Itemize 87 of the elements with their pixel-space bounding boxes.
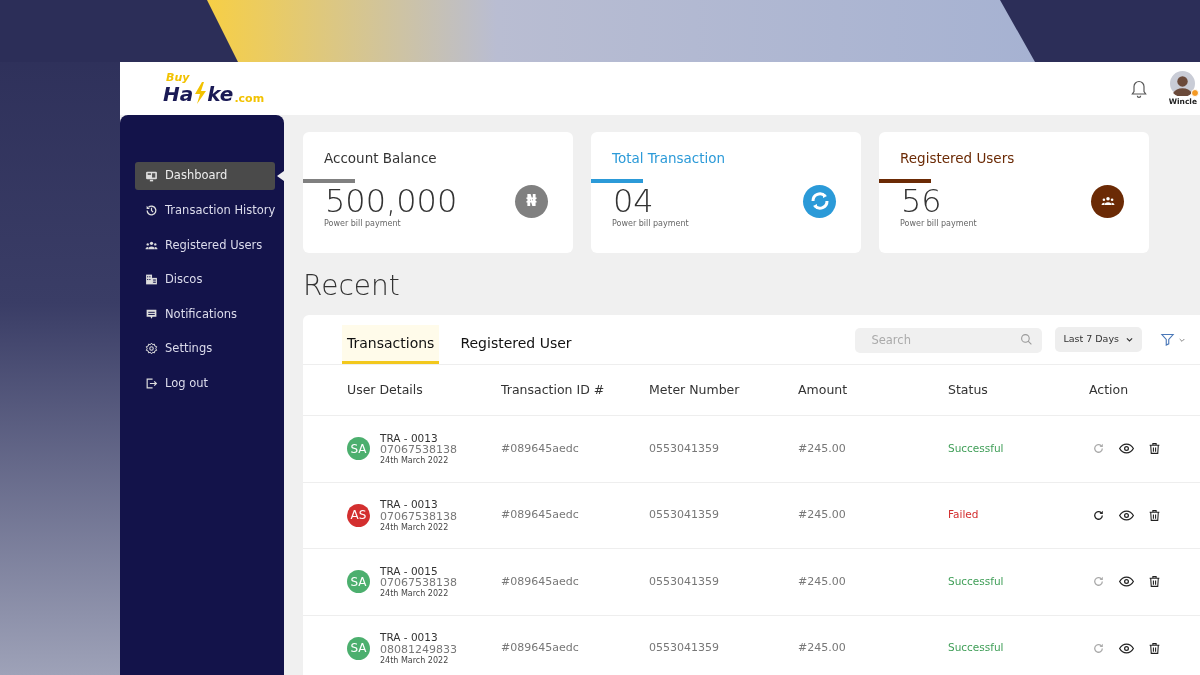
tab[interactable]: Transactions [342, 325, 440, 364]
table-cell-text: 0553041359 [649, 573, 720, 590]
table-cell-text: 0553041359 [649, 640, 720, 656]
view-icon[interactable] [1119, 640, 1134, 656]
table-cell-text: #089645aedc [501, 573, 580, 590]
user-id: TRA - 0013 [380, 499, 439, 510]
sidebar-item[interactable]: Log out [135, 369, 275, 398]
delete-icon[interactable] [1148, 575, 1161, 589]
date-text: 24th March 2022 [380, 590, 450, 598]
view-icon[interactable] [1119, 574, 1134, 590]
avatar[interactable] [1170, 71, 1196, 97]
stat-caption: Power bill payment [612, 219, 690, 229]
table-cell-text: #089645aedc [501, 440, 580, 457]
status-text: Failed [948, 507, 980, 523]
table-cell-text: #089645aedc [501, 640, 580, 656]
retry-icon[interactable] [1092, 508, 1105, 522]
pointer-icon [277, 171, 284, 181]
column-header: Meter Number [649, 380, 741, 399]
currency-icon: ₦ [515, 184, 548, 218]
date-text: 24th March 2022 [380, 523, 450, 532]
period-dropdown[interactable]: Last 7 Days [1055, 327, 1142, 352]
column-header: Status [948, 380, 989, 399]
stat-title: Account Balance [324, 149, 438, 167]
table-cell-text: #245.00 [798, 573, 847, 590]
search-field[interactable]: Search [855, 327, 1043, 353]
settings-icon [145, 342, 158, 356]
refresh-icon [803, 184, 836, 218]
avatar: SA [347, 437, 370, 461]
tab[interactable]: Registered User [455, 325, 577, 364]
phone-number: 07067538138 [380, 510, 457, 522]
avatar: AS [347, 503, 370, 527]
search-icon [1020, 333, 1034, 346]
sidebar-item[interactable]: Registered Users [135, 231, 275, 260]
sidebar-item[interactable]: Discos [135, 265, 275, 294]
section-title: Recent [303, 269, 401, 303]
phone-number: 08081249833 [380, 643, 457, 655]
delete-icon[interactable] [1148, 641, 1161, 655]
delete-icon[interactable] [1148, 442, 1161, 456]
logo-text: ke [207, 83, 234, 104]
stat-value: 04 [613, 183, 654, 219]
table-cell-text: 0553041359 [649, 440, 720, 457]
stat-value: 56 [901, 183, 942, 219]
column-header: Amount [798, 380, 849, 399]
stat-caption: Power bill payment [900, 219, 978, 229]
status-text: Successful [948, 573, 1005, 589]
table-cell-text: #245.00 [798, 507, 847, 523]
avatar: SA [347, 570, 370, 594]
phone-number: 07067538138 [380, 444, 457, 455]
filter-button[interactable] [1160, 332, 1186, 347]
message-icon [145, 307, 158, 321]
monitor-icon [145, 169, 158, 183]
stat-title: Registered Users [900, 149, 1016, 167]
sidebar-item[interactable]: Notifications [135, 300, 275, 329]
view-icon[interactable] [1119, 441, 1134, 457]
users-icon [1091, 184, 1124, 218]
sidebar-item[interactable]: Transaction History [135, 196, 275, 225]
table-cell-text: 0553041359 [649, 507, 720, 523]
table-cell-text: #245.00 [798, 440, 847, 457]
table-cell-text: #089645aedc [501, 507, 580, 523]
building-icon [145, 273, 158, 287]
avatar: SA [347, 636, 370, 660]
user-id: TRA - 0013 [380, 432, 439, 443]
table-cell-text: #245.00 [798, 640, 847, 656]
caret-icon [1125, 335, 1134, 344]
stat-title: Total Transaction [612, 149, 727, 167]
status-text: Successful [948, 640, 1005, 656]
phone-number: 07067538138 [380, 577, 457, 588]
filter-icon [1160, 332, 1175, 347]
date-text: 24th March 2022 [380, 656, 450, 665]
lightning-icon [193, 81, 208, 104]
delete-icon[interactable] [1148, 508, 1161, 522]
history-icon [145, 204, 158, 218]
stat-value: 500,000 [325, 183, 458, 219]
status-text: Successful [948, 440, 1005, 456]
column-header: User Details [347, 380, 424, 399]
logo-text: Ha [163, 83, 194, 104]
sidebar-item[interactable]: Settings [135, 334, 275, 363]
column-header: Action [1089, 380, 1130, 399]
user-id: TRA - 0013 [380, 632, 439, 643]
view-icon[interactable] [1119, 507, 1134, 523]
logo-domain: .com [234, 92, 265, 104]
user-id: TRA - 0015 [380, 565, 439, 576]
logout-icon [145, 377, 158, 391]
date-text: 24th March 2022 [380, 457, 450, 465]
stat-caption: Power bill payment [324, 219, 402, 229]
column-header: Transaction ID # [501, 380, 606, 399]
logo-tagline: Buy [166, 69, 190, 86]
